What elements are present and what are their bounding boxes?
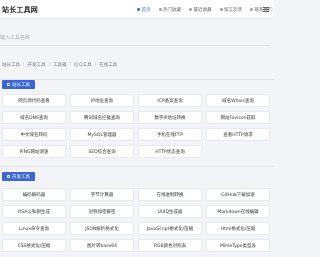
tool-item[interactable]: SEO综合查询 <box>70 145 134 158</box>
category-link[interactable]: 站长工具 <box>2 62 20 68</box>
box-icon <box>7 83 10 86</box>
menu-icon[interactable] <box>263 7 269 12</box>
category-link[interactable]: Q Q工具 <box>74 62 92 68</box>
nav-item-contact[interactable]: 联系我们 <box>250 0 273 19</box>
box-icon <box>7 175 10 178</box>
section-divider <box>0 79 274 80</box>
user-icon <box>250 8 253 11</box>
tool-item[interactable]: 在线进制转换 <box>138 188 202 201</box>
tool-item[interactable]: 域名DNS查询 <box>2 111 66 124</box>
tool-item[interactable]: 手机在线FTP <box>138 128 202 141</box>
tool-item[interactable]: 字节计算器 <box>70 188 134 201</box>
category-link[interactable]: 工具箱 <box>53 62 67 68</box>
tool-item[interactable]: PING网站测速 <box>2 145 66 158</box>
nav-item-recent[interactable]: 最近收藏 <box>189 0 212 19</box>
site-logo[interactable]: 站长工具网 <box>2 5 38 15</box>
tool-item[interactable]: 网页源代码查看 <box>2 94 66 107</box>
tool-item[interactable]: 图片转base64 <box>70 239 134 252</box>
tool-item[interactable]: Html格式化/压缩 <box>206 222 270 235</box>
section-title-webmaster: 站长工具 <box>2 80 35 89</box>
tool-item[interactable]: 查看HTTP请求 <box>206 128 270 141</box>
search-underline <box>0 45 270 46</box>
section-divider <box>0 166 274 167</box>
tool-item[interactable]: JavaScript格式化/压缩 <box>138 222 202 235</box>
tool-item[interactable]: 对称加密解密 <box>70 205 134 218</box>
clock-icon <box>189 8 192 11</box>
link-separator: | <box>69 62 72 67</box>
tool-item[interactable]: 数字IP地址转换 <box>138 111 202 124</box>
main-nav: 首页 热门收藏 最近收藏 留言反馈 联系我们 <box>137 0 281 19</box>
link-separator: | <box>23 62 25 67</box>
tool-item[interactable]: Linux命令查询 <box>2 222 66 235</box>
nav-item-home[interactable]: 首页 <box>137 0 151 19</box>
tool-item[interactable]: MySQL管理器 <box>70 128 134 141</box>
tool-item[interactable]: JSON解析格式化 <box>70 222 134 235</box>
nav-item-feedback[interactable]: 留言反馈 <box>219 0 242 19</box>
tool-item[interactable]: RGB颜色对照表 <box>138 239 202 252</box>
star-icon <box>158 8 162 11</box>
tool-item[interactable]: 腾讯域名拦截查询 <box>70 111 134 124</box>
tool-item[interactable]: ICP备案查询 <box>138 94 202 107</box>
section-title-dev: 开发工具 <box>2 172 35 181</box>
tool-item[interactable]: HTTP状态查询 <box>138 145 202 158</box>
category-link[interactable]: 在线工具 <box>99 62 117 68</box>
nav-label: 热门收藏 <box>163 7 181 13</box>
top-navbar: 站长工具网 首页 热门收藏 最近收藏 留言反馈 联系我们 <box>0 0 274 19</box>
tool-item[interactable]: Markdown在线编辑 <box>206 205 270 218</box>
category-link[interactable]: 开发工具 <box>28 62 46 68</box>
nav-label: 最近收藏 <box>193 7 212 13</box>
tool-grid-webmaster: 网页源代码查看 IP地址查询 ICP备案查询 域名Whois查询 域名DNS查询… <box>2 94 272 158</box>
tool-item[interactable]: 域名Whois查询 <box>206 94 270 107</box>
section-label: 站长工具 <box>12 82 30 88</box>
tool-item[interactable]: UUID生成器 <box>138 205 202 218</box>
tool-item[interactable]: CSS格式化/压缩 <box>2 239 66 252</box>
tool-grid-dev: 编码解码器 字节计算器 在线进制转换 GitHub下载加速 RSA公私钥生成 对… <box>2 188 272 252</box>
section-label: 开发工具 <box>12 174 30 180</box>
nav-label: 首页 <box>141 7 151 13</box>
nav-item-popular[interactable]: 热门收藏 <box>158 0 181 19</box>
category-links: 站长工具 | 开发工具 | 工具箱 | Q Q工具 | 在线工具 <box>2 62 120 68</box>
nav-label: 留言反馈 <box>224 7 242 13</box>
link-separator: | <box>94 62 97 67</box>
message-icon <box>219 8 223 11</box>
link-separator: | <box>48 62 51 67</box>
tool-item[interactable]: MimeType类型表 <box>206 239 270 252</box>
home-icon <box>137 8 140 11</box>
tool-item[interactable]: 中文域名转码 <box>2 128 66 141</box>
tool-item[interactable]: RSA公私钥生成 <box>2 205 66 218</box>
search-area <box>0 19 274 59</box>
search-input[interactable] <box>0 33 258 43</box>
tool-item[interactable]: 网站Favicon获取 <box>206 111 270 124</box>
tool-item[interactable]: 编码解码器 <box>2 188 66 201</box>
tool-item[interactable]: IP地址查询 <box>70 94 134 107</box>
tool-item[interactable]: GitHub下载加速 <box>206 188 270 201</box>
